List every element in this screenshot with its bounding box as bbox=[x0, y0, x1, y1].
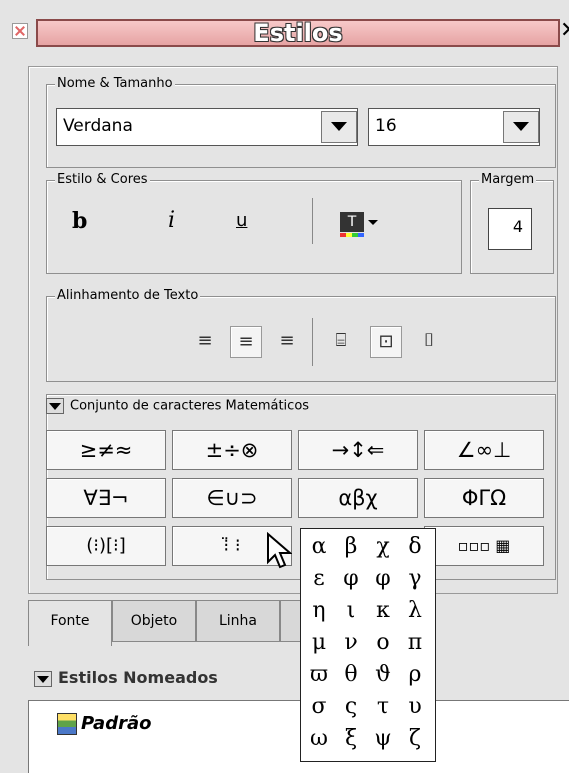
valign-top-icon[interactable]: ⌸ bbox=[326, 326, 356, 356]
bold-button[interactable]: b bbox=[72, 206, 87, 236]
collapse-icon[interactable] bbox=[34, 670, 52, 687]
greek-letter[interactable]: ς bbox=[335, 691, 367, 723]
greek-letter[interactable]: υ bbox=[399, 691, 431, 723]
align-center-icon[interactable]: ≡ bbox=[230, 326, 262, 358]
greek-letter[interactable]: ε bbox=[303, 563, 335, 595]
charset-cell[interactable]: ∠∞⊥ bbox=[424, 430, 544, 470]
charset-cell[interactable]: ΦΓΩ bbox=[424, 478, 544, 518]
greek-letter[interactable]: χ bbox=[367, 531, 399, 563]
greek-letter[interactable]: ϖ bbox=[303, 659, 335, 691]
named-styles-label: Estilos Nomeados bbox=[58, 668, 218, 687]
charset-cell[interactable]: →↕⇐ bbox=[298, 430, 418, 470]
greek-letter[interactable]: π bbox=[399, 627, 431, 659]
greek-letter[interactable]: ι bbox=[335, 595, 367, 627]
greek-letter[interactable]: η bbox=[303, 595, 335, 627]
tab-linha[interactable]: Linha bbox=[196, 600, 280, 642]
charset-cell[interactable]: ∀∃¬ bbox=[46, 478, 166, 518]
greek-letter[interactable]: ω bbox=[303, 723, 335, 755]
style-group-legend: Estilo & Cores bbox=[55, 171, 150, 189]
style-name: Padrão bbox=[81, 713, 152, 734]
style-icon bbox=[57, 713, 77, 735]
named-styles-header[interactable]: Estilos Nomeados bbox=[34, 668, 218, 687]
greek-letter[interactable]: φ bbox=[335, 563, 367, 595]
align-right-icon[interactable]: ≡ bbox=[272, 326, 302, 356]
charset-label: Conjunto de caracteres Matemáticos bbox=[70, 398, 310, 414]
title-band: Estilos bbox=[36, 19, 560, 47]
greek-letter[interactable]: ϑ bbox=[367, 659, 399, 691]
text-color-icon[interactable]: T bbox=[340, 212, 364, 232]
charset-cell[interactable]: ▫▫▫ ▦ bbox=[424, 526, 544, 566]
align-legend: Alinhamento de Texto bbox=[55, 287, 201, 305]
greek-letter[interactable]: ν bbox=[335, 627, 367, 659]
greek-letter[interactable]: β bbox=[335, 531, 367, 563]
greek-letter[interactable]: κ bbox=[367, 595, 399, 627]
styles-panel: Estilos ✕ Nome & Tamanho Verdana 16 Esti… bbox=[0, 0, 569, 773]
tab-objeto[interactable]: Objeto bbox=[112, 600, 196, 642]
margin-field[interactable]: 4 bbox=[488, 208, 532, 250]
close-icon[interactable] bbox=[12, 23, 28, 39]
font-size-select[interactable]: 16 bbox=[368, 108, 540, 146]
tab-fonte[interactable]: Fonte bbox=[28, 600, 112, 646]
charset-cell[interactable]: αβχ bbox=[298, 478, 418, 518]
list-item[interactable]: Padrão bbox=[57, 713, 152, 735]
greek-letter[interactable]: δ bbox=[399, 531, 431, 563]
panel-title: Estilos bbox=[253, 19, 343, 47]
charset-cell[interactable]: ±÷⊗ bbox=[172, 430, 292, 470]
greek-letter[interactable]: θ bbox=[335, 659, 367, 691]
margin-legend: Margem bbox=[479, 171, 537, 189]
named-styles-list: Padrão bbox=[28, 700, 569, 773]
align-left-icon[interactable]: ≡ bbox=[190, 326, 220, 356]
greek-letter[interactable]: σ bbox=[303, 691, 335, 723]
valign-bottom-icon[interactable]: ⌷ bbox=[414, 326, 444, 356]
greek-letter[interactable]: ζ bbox=[399, 723, 431, 755]
greek-letter[interactable]: ο bbox=[367, 627, 399, 659]
charset-cell[interactable]: ≥≠≈ bbox=[46, 430, 166, 470]
charset-cell[interactable]: ∈∪⊃ bbox=[172, 478, 292, 518]
chevron-down-icon[interactable] bbox=[368, 220, 378, 225]
greek-letter[interactable]: μ bbox=[303, 627, 335, 659]
style-group: Estilo & Cores bbox=[46, 171, 462, 274]
charset-header[interactable]: Conjunto de caracteres Matemáticos bbox=[46, 398, 309, 414]
greek-letter[interactable]: ρ bbox=[399, 659, 431, 691]
valign-middle-icon[interactable]: ⊡ bbox=[370, 326, 402, 358]
mouse-cursor-icon bbox=[267, 532, 292, 569]
italic-button[interactable]: i bbox=[168, 206, 175, 236]
font-group-legend: Nome & Tamanho bbox=[55, 75, 175, 93]
detach-icon[interactable]: ✕ bbox=[560, 17, 569, 45]
greek-letter[interactable]: α bbox=[303, 531, 335, 563]
greek-letter[interactable]: ψ bbox=[367, 723, 399, 755]
greek-letter[interactable]: ξ bbox=[335, 723, 367, 755]
collapse-icon[interactable] bbox=[46, 398, 64, 414]
font-name-value: Verdana bbox=[63, 116, 133, 136]
greek-letter-popup: αβχδ εφφγ ηικλ μνοπ ϖθϑρ σςτυ ωξψζ bbox=[300, 528, 436, 762]
divider bbox=[312, 318, 313, 366]
greek-letter[interactable]: τ bbox=[367, 691, 399, 723]
font-name-select[interactable]: Verdana bbox=[56, 108, 358, 146]
greek-letter[interactable]: γ bbox=[399, 563, 431, 595]
title-bar: Estilos ✕ bbox=[12, 17, 569, 47]
font-size-value: 16 bbox=[375, 116, 397, 136]
greek-letter[interactable]: λ bbox=[399, 595, 431, 627]
chevron-down-icon[interactable] bbox=[503, 111, 539, 143]
greek-letter[interactable]: φ bbox=[367, 563, 399, 595]
underline-button[interactable]: u bbox=[236, 206, 247, 236]
divider bbox=[312, 198, 313, 244]
color-swatch bbox=[340, 233, 364, 237]
chevron-down-icon[interactable] bbox=[321, 111, 357, 143]
charset-cell[interactable]: (⁝)[⁝] bbox=[46, 526, 166, 566]
margin-value: 4 bbox=[512, 217, 523, 236]
